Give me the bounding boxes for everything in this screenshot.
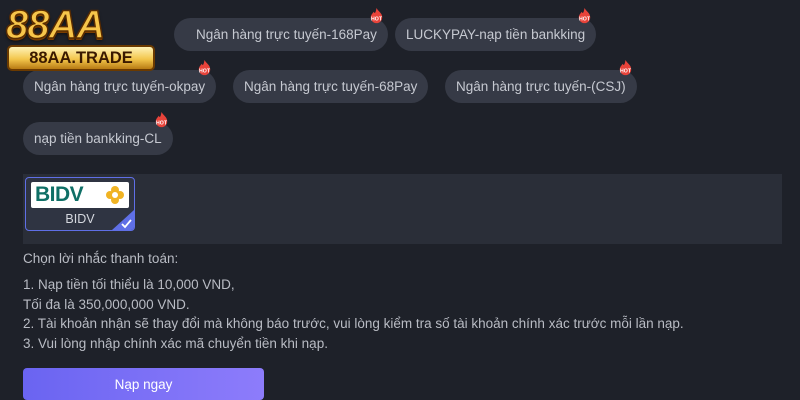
site-logo[interactable]: 88AA 88AA.TRADE (0, 0, 210, 78)
logo-small-text: 88AA.TRADE (29, 49, 133, 67)
bidv-logo: BIDV (31, 182, 129, 208)
channel-chip-luckypay[interactable]: LUCKYPAY-nạp tiền bankking HOT (395, 7, 597, 51)
bank-selection-panel: BIDV BIDV (23, 174, 782, 244)
channel-chip-label: LUCKYPAY-nạp tiền bankking (406, 27, 586, 42)
channel-chip-bankking-cl[interactable]: nạp tiền bankking-CL HOT (23, 111, 173, 155)
hot-badge-icon: HOT (367, 7, 386, 26)
hot-badge-icon: HOT (152, 111, 171, 130)
channel-chip-csj[interactable]: Ngân hàng trực tuyến-(CSJ) HOT (445, 59, 637, 103)
hot-badge-text: HOT (579, 16, 591, 22)
logo-big-text: 88AA (5, 2, 106, 48)
bidv-flower-icon (105, 185, 125, 205)
hot-badge-text: HOT (156, 120, 168, 126)
payment-notes-title: Chọn lời nhắc thanh toán: (23, 251, 179, 266)
payment-note-line: 2. Tài khoản nhận sẽ thay đổi mà không b… (23, 316, 684, 331)
channel-chip-68pay[interactable]: Ngân hàng trực tuyến-68Pay (233, 70, 429, 103)
hot-badge-text: HOT (371, 16, 383, 22)
payment-note-line: Tối đa là 350,000,000 VND. (23, 296, 190, 312)
deposit-now-button[interactable]: Nạp ngay (23, 368, 264, 400)
channel-chip-label: Ngân hàng trực tuyến-(CSJ) (456, 79, 626, 94)
channel-chip-label: Ngân hàng trực tuyến-168Pay (196, 27, 377, 42)
channel-chip-label: nạp tiền bankking-CL (34, 131, 162, 146)
hot-badge-icon: HOT (616, 59, 635, 78)
payment-note-line: 3. Vui lòng nhập chính xác mã chuyển tiề… (23, 335, 328, 351)
bank-logo-text: BIDV (35, 183, 84, 206)
payment-note-line: 1. Nạp tiền tối thiểu là 10,000 VND, (23, 277, 235, 292)
hot-badge-icon: HOT (575, 7, 594, 26)
channel-chip-label: Ngân hàng trực tuyến-okpay (34, 79, 206, 94)
payment-notes: 1. Nạp tiền tối thiểu là 10,000 VND, Tối… (23, 275, 684, 353)
selected-check-icon (112, 210, 134, 230)
logo-plate: 88AA.TRADE (7, 45, 155, 71)
bank-card-bidv[interactable]: BIDV BIDV (25, 177, 135, 231)
channel-chip-label: Ngân hàng trực tuyến-68Pay (244, 79, 418, 94)
hot-badge-text: HOT (620, 68, 632, 74)
